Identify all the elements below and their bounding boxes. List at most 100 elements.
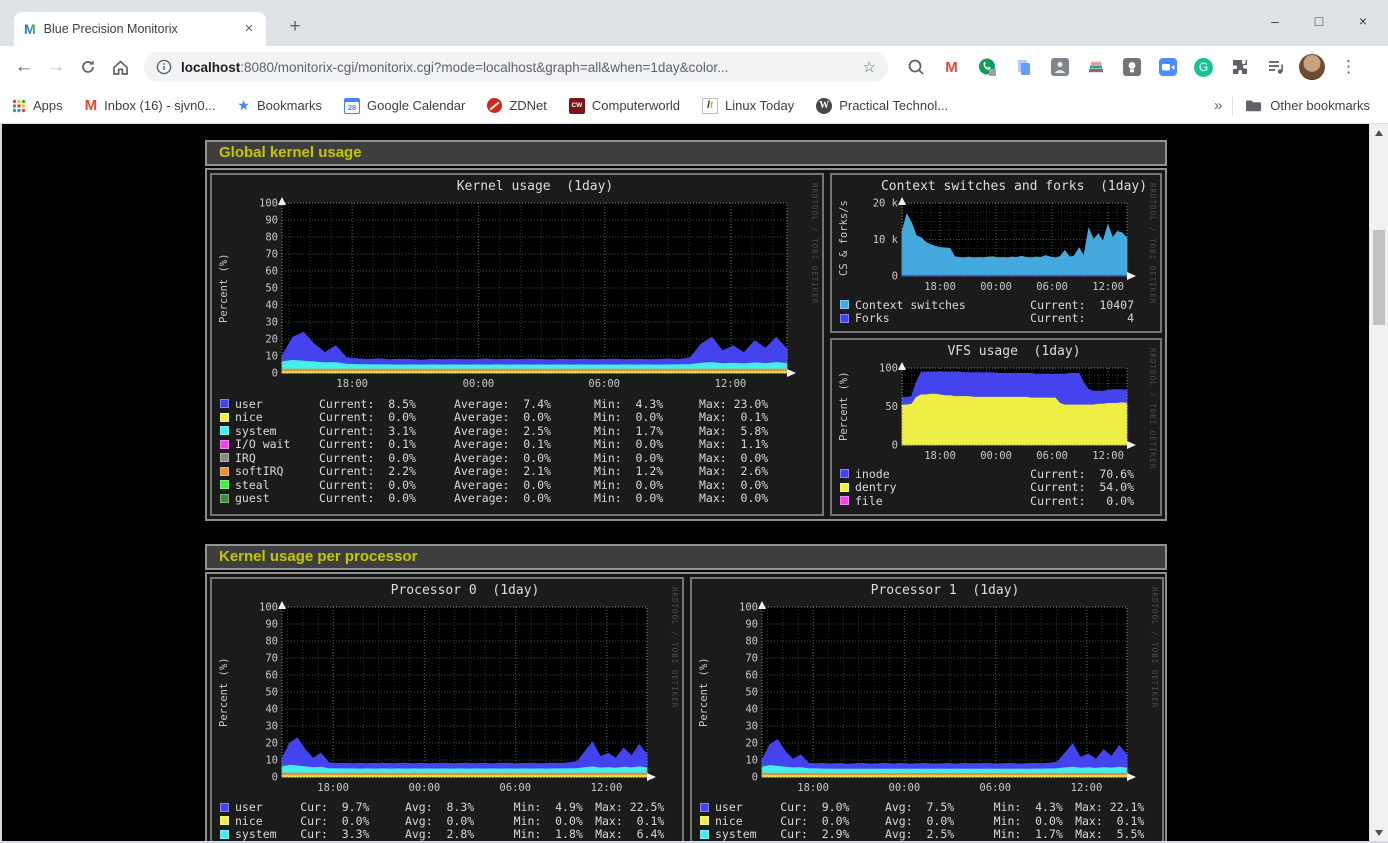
info-icon[interactable] [156,59,172,75]
svg-text:80: 80 [265,232,278,244]
bookmark-zdnet[interactable]: ZDNet [487,98,547,113]
scrollbar-up-arrow[interactable] [1370,124,1388,141]
scrollbar-thumb[interactable] [1373,230,1385,325]
legend-stat: Cur: 0.0% [780,814,885,828]
legend-stat: Average: 0.0% [454,491,594,505]
minimize-button[interactable]: – [1260,8,1290,34]
section-title: Global kernel usage [205,140,1167,166]
legend-stat: Max: 0.1% [1075,814,1162,828]
bookmark-inbox[interactable]: M Inbox (16) - sjvn0... [85,97,216,114]
bookmark-bookmarks[interactable]: ★ Bookmarks [237,97,322,114]
context-switches-graph[interactable]: Context switches and forks (1day) CS & f… [830,173,1162,333]
video-camera-extension-icon[interactable] [1154,54,1181,81]
playlist-extension-icon[interactable] [1262,54,1289,81]
legend-stat: Min: 0.0% [594,410,699,424]
svg-text:18:00: 18:00 [924,281,956,293]
new-tab-button[interactable]: + [282,14,308,40]
legend-label: Context switches [855,298,1030,312]
legend-stat: Max: 0.0% [699,451,811,465]
extensions-puzzle-icon[interactable] [1226,54,1253,81]
url-text[interactable]: localhost:8080/monitorix-cgi/monitorix.c… [181,60,855,75]
profile-avatar[interactable] [1298,54,1325,81]
vfs-usage-graph[interactable]: VFS usage (1day) Percent (%) RRDTOOL / T… [830,338,1162,516]
kernel-usage-graph[interactable]: Kernel usage (1day) Percent (%) RRDTOOL … [210,173,824,516]
svg-text:30: 30 [265,720,278,732]
svg-text:20: 20 [745,737,758,749]
grammarly-extension-icon[interactable]: G [1190,54,1217,81]
forward-button[interactable]: → [40,51,72,83]
processor-0-graph[interactable]: Processor 0 (1day) Percent (%) RRDTOOL /… [210,577,684,843]
legend-stat: Min: 1.7% [594,424,699,438]
svg-text:10 k: 10 k [873,234,899,246]
legend-label: dentry [855,480,1030,494]
legend-stat: Avg: 8.3% [405,800,514,814]
bookmark-apps[interactable]: Apps [12,98,63,113]
browser-tab[interactable]: M Blue Precision Monitorix × [14,12,266,46]
bookmarks-overflow-chevron[interactable]: » [1214,97,1222,114]
legend-swatch-icon [220,494,229,503]
close-button[interactable]: × [1348,8,1378,34]
other-bookmarks-button[interactable]: Other bookmarks [1245,98,1370,113]
legend-row: fileCurrent: 0.0% [840,494,1134,508]
y-axis-label: CS & forks/s [838,203,850,276]
legend-stat: Cur: 9.0% [780,800,885,814]
copy-pages-extension-icon[interactable] [1010,54,1037,81]
legend-label: nice [235,410,319,424]
svg-text:90: 90 [265,215,278,227]
gmail-extension-icon[interactable]: M [938,54,965,81]
legend-row: softIRQCurrent: 2.2%Average: 2.1%Min: 1.… [220,465,822,479]
legend-label: softIRQ [235,464,319,478]
legend-stat: Cur: 3.3% [300,827,405,841]
legend-label: system [715,827,780,841]
search-extension-icon[interactable] [902,54,929,81]
svg-text:100: 100 [739,601,758,613]
maximize-button[interactable]: □ [1304,8,1334,34]
browser-menu-icon[interactable]: ⋮ [1334,57,1363,77]
svg-text:06:00: 06:00 [1036,281,1068,293]
svg-text:10: 10 [265,351,278,363]
legend-swatch-icon [700,816,709,825]
bookmark-google-calendar[interactable]: 28 Google Calendar [344,98,465,114]
legend-row: systemCur: 2.9%Avg: 2.5%Min: 1.7%Max: 5.… [700,828,1162,842]
legend-row: niceCur: 0.0%Avg: 0.0%Min: 0.0%Max: 0.1% [700,814,1162,828]
plot-area: 010203040506070809010018:0000:0006:0012:… [718,599,1162,797]
legend-stat: Min: 0.0% [514,814,595,828]
calendar-icon: 28 [344,98,360,114]
svg-text:70: 70 [265,249,278,261]
lamp-extension-icon[interactable] [1118,54,1145,81]
scrollbar-down-arrow[interactable] [1370,824,1388,841]
svg-text:30: 30 [265,317,278,329]
voice-extension-icon[interactable] [974,54,1001,81]
home-button[interactable] [104,51,136,83]
processor-1-graph[interactable]: Processor 1 (1day) Percent (%) RRDTOOL /… [690,577,1164,843]
legend-swatch-icon [700,830,709,839]
legend-stat: Min: 1.7% [994,827,1075,841]
legend-swatch-icon [220,830,229,839]
svg-text:06:00: 06:00 [499,782,531,794]
legend-label: I/O wait [235,437,319,451]
books-extension-icon[interactable] [1082,54,1109,81]
monitorix-favicon-icon: M [24,21,36,37]
graphs-panel: Processor 0 (1day) Percent (%) RRDTOOL /… [205,572,1167,843]
reload-button[interactable] [72,51,104,83]
bookmark-star-icon[interactable]: ☆ [863,58,876,76]
bookmark-linux-today[interactable]: lt Linux Today [702,98,794,114]
tab-close-icon[interactable]: × [240,20,258,38]
bookmark-computerworld[interactable]: CW Computerworld [569,98,680,114]
legend-stat: Min: 4.9% [514,800,595,814]
legend-row: stealCurrent: 0.0%Average: 0.0%Min: 0.0%… [220,478,822,492]
graph-title: Context switches and forks (1day) [832,179,1160,195]
legend-stat: Current: 0.0% [319,410,454,424]
person-extension-icon[interactable] [1046,54,1073,81]
browser-toolbar: ← → localhost:8080/monitorix-cgi/monitor… [0,46,1388,88]
legend-stat: Avg: 2.5% [885,827,994,841]
svg-text:40: 40 [265,703,278,715]
legend-stat: Max: 1.1% [699,437,811,451]
wordpress-icon: W [816,98,832,114]
bookmark-practical-technology[interactable]: W Practical Technol... [816,98,948,114]
address-bar[interactable]: localhost:8080/monitorix-cgi/monitorix.c… [144,52,888,82]
back-button[interactable]: ← [8,51,40,83]
svg-text:18:00: 18:00 [336,378,368,390]
page-scrollbar[interactable] [1369,124,1388,841]
page-viewport: Global kernel usage Kernel usage (1day) … [0,124,1388,843]
